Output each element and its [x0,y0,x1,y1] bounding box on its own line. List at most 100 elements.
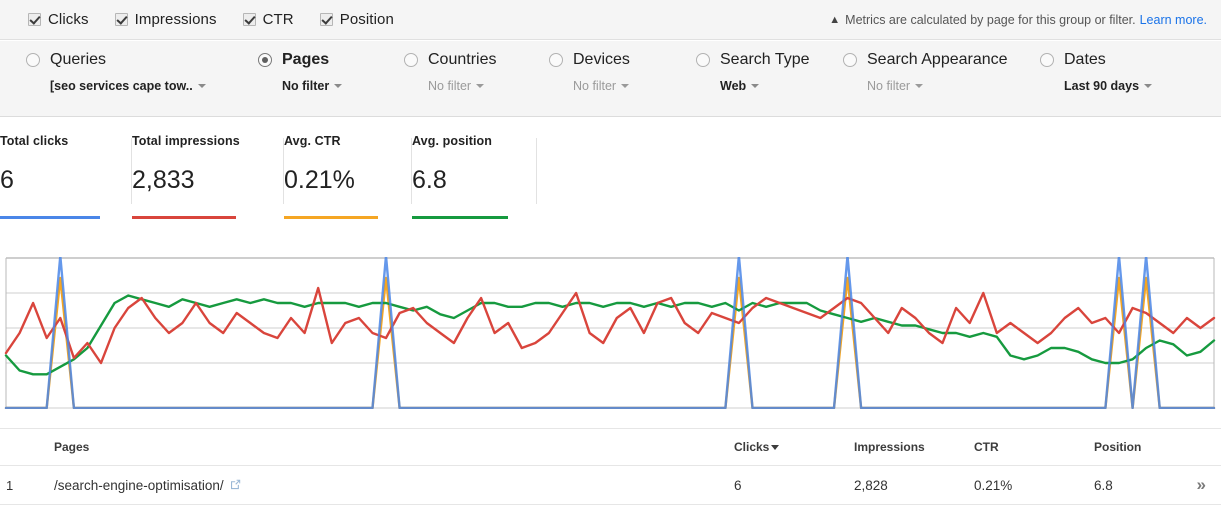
metric-toggle-label: Position [339,11,394,28]
external-link-icon[interactable] [230,478,241,493]
dimension-filter-label: Last 90 days [1064,79,1140,93]
metric-card-underline [284,216,378,219]
dimension-queries[interactable]: Queries [seo services cape tow.. [26,41,226,93]
dimension-pages[interactable]: Pages No filter [258,41,398,93]
dimension-filter[interactable]: No filter [282,79,398,93]
table-header-row: Pages Clicks Impressions CTR Position [0,428,1221,466]
search-analytics-page: Clicks Impressions CTR Position ▲ Metrics a… [0,0,1221,506]
dimension-label: Queries [50,51,107,68]
radio-button[interactable] [696,53,710,67]
dimension-filter[interactable]: [seo services cape tow.. [50,79,226,93]
row-impressions: 2,828 [854,477,888,493]
metric-card-underline [132,216,236,219]
metric-toggle-label: CTR [262,11,294,28]
dimension-label: Dates [1064,51,1106,68]
pages-table: Pages Clicks Impressions CTR Position 1/… [0,428,1221,505]
chart-svg [4,257,1216,409]
chevron-down-icon [476,84,485,88]
metric-card-total-impressions[interactable]: Total impressions 2,833 [132,134,284,219]
metric-toggle-clicks[interactable]: Clicks [28,11,89,28]
radio-button[interactable] [1040,53,1054,67]
dimension-countries[interactable]: Countries No filter [404,41,544,93]
dimension-filter-label: [seo services cape tow.. [50,79,193,93]
dimension-filter[interactable]: No filter [867,79,1028,93]
column-header-clicks[interactable]: Clicks [734,440,854,454]
metric-card-value: 6.8 [412,166,447,194]
row-ctr: 0.21% [974,477,1013,493]
metric-toggle-bar: Clicks Impressions CTR Position ▲ Metrics a… [0,0,1221,40]
radio-button[interactable] [549,53,563,67]
radio-button[interactable] [404,53,418,67]
dimension-search-type[interactable]: Search Type Web [696,41,836,93]
column-header-clicks-label: Clicks [734,440,770,454]
column-header-pages[interactable]: Pages [54,440,734,454]
dimension-filter-label: No filter [867,79,911,93]
dimension-filter-label: Web [720,79,747,93]
checkbox-icon[interactable] [28,13,41,26]
metric-cards: Total clicks 6 Total impressions 2,833 Avg. … [0,134,537,219]
metric-card-avg-position[interactable]: Avg. position 6.8 [412,134,537,219]
metric-card-total-clicks[interactable]: Total clicks 6 [0,134,132,219]
radio-button[interactable] [26,53,40,67]
chevron-down-icon [915,84,924,88]
chevron-down-icon [197,84,206,88]
dimension-filter[interactable]: No filter [428,79,544,93]
dimension-search-appearance[interactable]: Search Appearance No filter [843,41,1028,93]
dimension-filter-label: No filter [282,79,330,93]
learn-more-link[interactable]: Learn more. [1140,13,1207,27]
row-position: 6.8 [1094,477,1113,493]
metric-toggle-label: Clicks [48,11,89,28]
checkbox-icon[interactable] [242,13,256,26]
chevron-down-icon [621,84,630,88]
metric-card-underline [412,216,508,219]
chevron-down-icon [334,84,343,88]
chevron-down-icon [751,84,760,88]
dimension-label: Countries [428,51,497,68]
dimension-filter-bar: Queries [seo services cape tow.. Pages No f… [0,41,1221,117]
metric-card-value: 0.21% [284,166,355,194]
dimension-label: Search Type [720,51,810,68]
row-page-label: /search-engine-optimisation/ [54,477,224,493]
metric-card-title: Total clicks [0,134,69,148]
metric-toggle-position[interactable]: Position [319,11,394,28]
dimension-label: Search Appearance [867,51,1008,68]
radio-button[interactable] [843,53,857,67]
dimension-filter[interactable]: Web [720,79,836,93]
metric-card-value: 2,833 [132,166,195,194]
dimension-devices[interactable]: Devices No filter [549,41,679,93]
dimension-filter-label: No filter [573,79,617,93]
table-row[interactable]: 1/search-engine-optimisation/6 2,828 0.21%… [0,466,1221,505]
radio-button[interactable] [258,53,272,67]
metric-card-avg-ctr[interactable]: Avg. CTR 0.21% [284,134,412,219]
sort-descending-icon [771,445,780,450]
chevron-down-icon [1144,84,1153,88]
performance-chart [0,257,1221,409]
metric-card-underline [0,216,100,219]
column-header-impressions[interactable]: Impressions [854,440,974,454]
dimension-label: Devices [573,51,630,68]
metrics-notice: ▲ Metrics are calculated by page for thi… [829,13,1207,27]
metric-toggle-label: Impressions [134,11,217,28]
checkbox-icon[interactable] [114,13,128,26]
dimension-filter[interactable]: Last 90 days [1064,79,1200,93]
double-chevron-right-icon[interactable]: » [1197,475,1207,495]
checkbox-icon[interactable] [319,13,333,26]
warning-icon: ▲ [829,13,841,26]
dimension-dates[interactable]: Dates Last 90 days [1040,41,1200,93]
column-header-position[interactable]: Position [1094,440,1194,454]
table-body: 1/search-engine-optimisation/6 2,828 0.21%… [0,466,1221,505]
row-index: 1 [6,477,14,493]
metrics-notice-text: Metrics are calculated by page for this … [845,13,1136,27]
dimension-filter-label: No filter [428,79,472,93]
metric-toggle-impressions[interactable]: Impressions [114,11,217,28]
row-clicks: 6 [734,477,742,493]
column-header-ctr[interactable]: CTR [974,440,1094,454]
metric-card-title: Avg. CTR [284,134,341,148]
metric-toggle-ctr[interactable]: CTR [242,11,294,28]
row-page[interactable]: /search-engine-optimisation/ [54,478,734,493]
dimension-filter[interactable]: No filter [573,79,679,93]
metric-card-divider [536,138,537,204]
metric-card-title: Avg. position [412,134,492,148]
dimension-label: Pages [282,51,330,68]
metric-card-value: 6 [0,166,14,194]
